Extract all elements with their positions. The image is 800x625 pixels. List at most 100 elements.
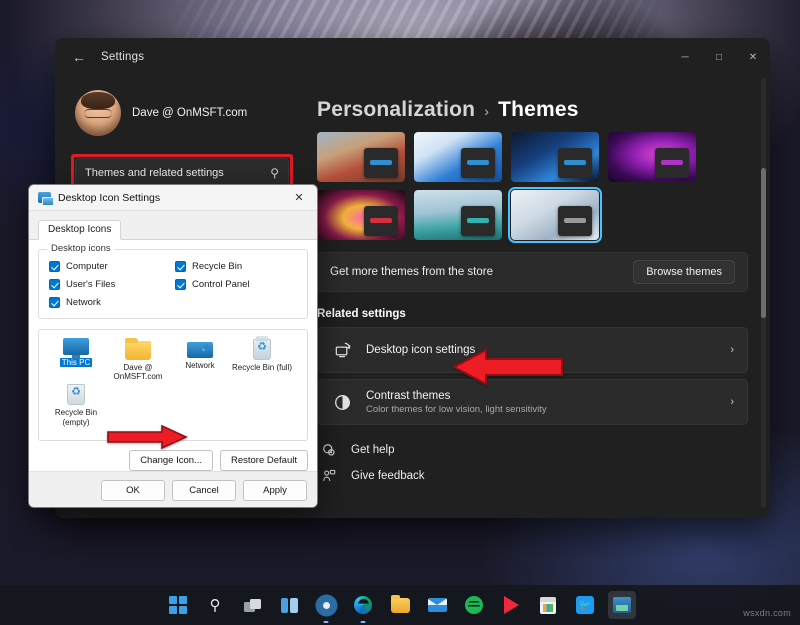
theme-tile[interactable]: [317, 190, 405, 240]
checkbox-control-panel[interactable]: [175, 279, 186, 290]
theme-tile[interactable]: [414, 190, 502, 240]
mail-icon: [428, 598, 447, 612]
ok-button[interactable]: OK: [101, 480, 165, 501]
spotify-icon: [465, 596, 483, 614]
chevron-right-icon[interactable]: ›: [730, 396, 734, 408]
content-scrollbar[interactable]: [761, 78, 766, 508]
desktop-icon-preview-item[interactable]: Recycle Bin (full): [231, 338, 293, 381]
checkbox-recycle-bin[interactable]: [175, 261, 186, 272]
file-explorer[interactable]: [386, 591, 414, 619]
checkbox-label: Computer: [66, 261, 108, 272]
checkbox-label: Recycle Bin: [192, 261, 242, 272]
desktop-icons-group-legend: Desktop icons: [47, 243, 115, 254]
store-icon: [540, 597, 556, 614]
desktop-icon-settings-icon: [331, 339, 353, 361]
twitter-icon: [576, 596, 594, 614]
dialog-close-button[interactable]: ✕: [285, 186, 313, 210]
mail-app[interactable]: [423, 591, 451, 619]
play-triangle-icon: [504, 596, 519, 614]
widgets-button[interactable]: [275, 591, 303, 619]
theme-tile[interactable]: [511, 190, 599, 240]
task-view-icon: [244, 599, 261, 612]
desktop-icon-preview-label: Recycle Bin (full): [232, 363, 292, 372]
folder-icon: [125, 341, 151, 360]
settings-app[interactable]: [312, 591, 340, 619]
get-help-label: Get help: [351, 444, 394, 456]
breadcrumb: Personalization › Themes: [317, 98, 748, 122]
contrast-circle-icon: [331, 391, 353, 413]
theme-tile[interactable]: [317, 132, 405, 182]
restore-default-button[interactable]: Restore Default: [220, 450, 308, 471]
avatar: [75, 90, 121, 136]
widgets-icon: [281, 598, 298, 613]
desktop-icon-checkbox-row[interactable]: Recycle Bin: [175, 261, 297, 272]
desktop: ← Settings ─ □ ✕ Dave @ OnMSFT.com ⚲: [0, 0, 800, 625]
chevron-right-icon[interactable]: ›: [730, 344, 734, 356]
theme-tile[interactable]: [511, 132, 599, 182]
back-arrow-icon[interactable]: ←: [65, 44, 93, 70]
monitor-icon: [63, 338, 89, 355]
pinned-app[interactable]: [608, 591, 636, 619]
theme-tile-window-preview: [461, 148, 495, 178]
search-input[interactable]: [85, 167, 270, 179]
checkbox-computer[interactable]: [49, 261, 60, 272]
task-view-button[interactable]: [238, 591, 266, 619]
desktop-icon-preview-label: Dave @ OnMSFT.com: [108, 363, 168, 381]
get-help-link[interactable]: Get help: [317, 437, 748, 463]
breadcrumb-separator: ›: [484, 103, 489, 119]
maximize-button[interactable]: □: [702, 38, 736, 76]
search-icon[interactable]: ⚲: [270, 166, 279, 180]
desktop-icon-preview-item[interactable]: Network: [169, 338, 231, 381]
desktop-icon-checkbox-row[interactable]: Computer: [49, 261, 171, 272]
gear-icon: [318, 597, 335, 614]
dialog-titlebar: Desktop Icon Settings ✕: [29, 185, 317, 211]
theme-tile[interactable]: [414, 132, 502, 182]
search-button[interactable]: ⚲: [201, 591, 229, 619]
help-icon: [320, 443, 338, 457]
apply-button[interactable]: Apply: [243, 480, 307, 501]
desktop-icon-checkbox-row[interactable]: User's Files: [49, 279, 171, 290]
related-settings-label: Related settings: [317, 308, 748, 320]
account-block[interactable]: Dave @ OnMSFT.com: [75, 90, 289, 136]
theme-tile-window-preview: [655, 148, 689, 178]
contrast-themes-subtitle: Color themes for low vision, light sensi…: [366, 404, 547, 415]
edge-browser[interactable]: [349, 591, 377, 619]
change-icon-button[interactable]: Change Icon...: [129, 450, 213, 471]
checkbox-label: User's Files: [66, 279, 115, 290]
desktop-icon-preview-item[interactable]: Recycle Bin (empty): [45, 383, 107, 426]
checkbox-network[interactable]: [49, 297, 60, 308]
give-feedback-link[interactable]: Give feedback: [317, 463, 748, 489]
breadcrumb-parent[interactable]: Personalization: [317, 98, 475, 122]
tab-desktop-icons[interactable]: Desktop Icons: [38, 220, 121, 240]
desktop-icon-preview-item[interactable]: This PC: [45, 338, 107, 381]
start-button[interactable]: [164, 591, 192, 619]
account-name: Dave @ OnMSFT.com: [132, 107, 247, 119]
cancel-button[interactable]: Cancel: [172, 480, 236, 501]
network-icon: [187, 342, 213, 358]
contrast-themes-title: Contrast themes: [366, 390, 547, 402]
recycle-bin-full-icon: [253, 339, 271, 360]
browse-themes-button[interactable]: Browse themes: [633, 260, 735, 284]
twitter-app[interactable]: [571, 591, 599, 619]
minimize-button[interactable]: ─: [668, 38, 702, 76]
give-feedback-label: Give feedback: [351, 470, 425, 482]
desktop-icon-checkbox-row[interactable]: Control Panel: [175, 279, 297, 290]
microsoft-store[interactable]: [534, 591, 562, 619]
theme-tile[interactable]: [608, 132, 696, 182]
watermark: wsxdn.com: [743, 608, 791, 618]
desktop-icon-preview-item[interactable]: Dave @ OnMSFT.com: [107, 338, 169, 381]
desktop-icons-checkbox-grid: Computer Recycle Bin User's Files Control P…: [49, 261, 297, 308]
theme-tile-window-preview: [558, 148, 592, 178]
media-player-app[interactable]: [497, 591, 525, 619]
close-button[interactable]: ✕: [736, 38, 770, 76]
desktop-icon-checkbox-row[interactable]: Network: [49, 297, 171, 308]
icon-button-row: Change Icon... Restore Default: [38, 450, 308, 471]
scrollbar-thumb[interactable]: [761, 168, 766, 318]
arrow-to-change-icon: [106, 424, 188, 450]
settings-titlebar: ← Settings ─ □ ✕: [55, 38, 770, 76]
arrow-to-desktop-icon-settings: [452, 348, 564, 386]
edge-icon: [354, 596, 372, 614]
taskbar: ⚲: [0, 585, 800, 625]
checkbox-user-s-files[interactable]: [49, 279, 60, 290]
spotify-app[interactable]: [460, 591, 488, 619]
